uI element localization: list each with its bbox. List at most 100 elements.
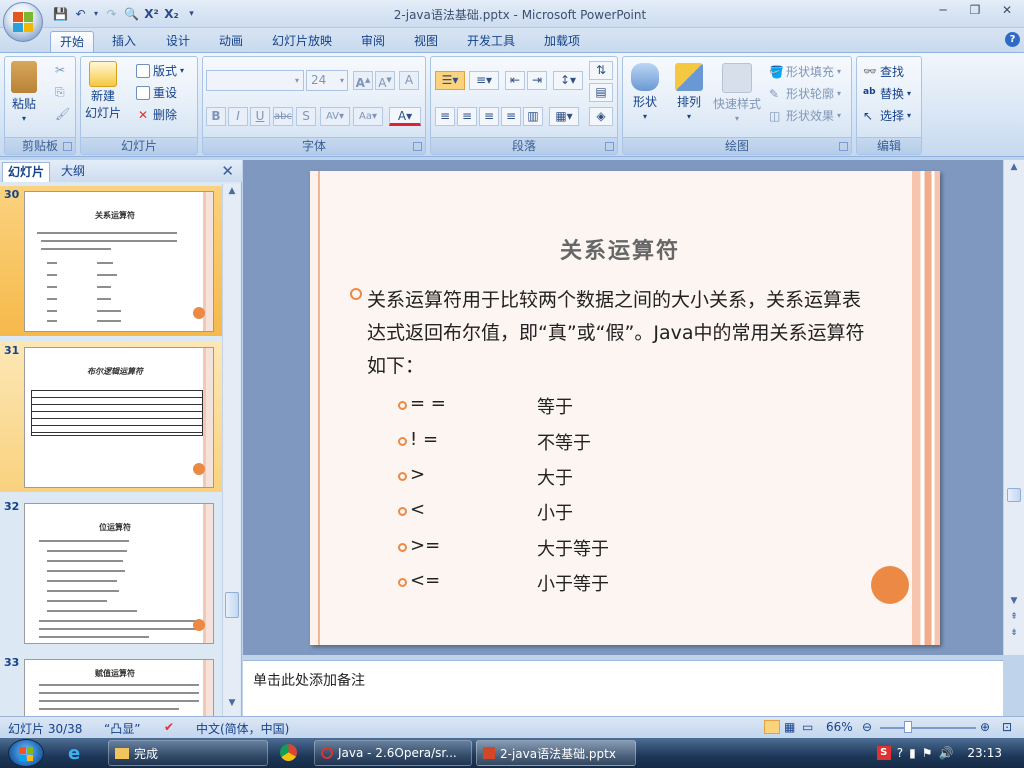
new-slide-button[interactable]: 新建 幻灯片 [85, 61, 121, 121]
start-button[interactable] [8, 739, 44, 767]
slide-sorter-icon[interactable]: ▦ [784, 720, 795, 734]
tab-addins[interactable]: 加载项 [537, 31, 587, 52]
thumbnail-slide-32[interactable]: 32 位运算符 [0, 498, 222, 648]
clipboard-launcher-icon[interactable] [63, 142, 72, 151]
sogou-icon[interactable]: S [876, 746, 891, 760]
drawing-launcher-icon[interactable] [839, 142, 848, 151]
tab-animations[interactable]: 动画 [211, 31, 251, 52]
next-slide-icon[interactable]: ⇟ [1007, 628, 1021, 642]
bullets-button[interactable]: ☰▾ [435, 71, 465, 90]
shape-outline-button[interactable]: ✎ 形状轮廓 ▾ [769, 85, 841, 102]
tab-slides[interactable]: 幻灯片 [2, 162, 51, 182]
quick-styles-button[interactable]: 快速样式 ▾ [713, 63, 761, 123]
font-family-input[interactable]: ▾ [206, 70, 304, 91]
tab-home[interactable]: 开始 [50, 31, 94, 52]
slide-paragraph[interactable]: 关系运算符用于比较两个数据之间的大小关系，关系运算表达式返回布尔值，即“真”或“… [367, 284, 867, 383]
language-indicator[interactable]: 中文(简体，中国) [196, 720, 289, 737]
undo-dropdown-icon[interactable]: ▾ [92, 5, 100, 22]
strikethrough-button[interactable]: abc [273, 107, 293, 126]
replace-button[interactable]: ab 替换 ▾ [863, 85, 911, 102]
normal-view-icon[interactable] [764, 720, 780, 734]
redo-icon[interactable]: ↷ [103, 5, 120, 22]
line-spacing-button[interactable]: ↕▾ [553, 71, 583, 90]
fit-window-icon[interactable]: ⊡ [1002, 720, 1012, 734]
spellcheck-icon[interactable]: ✔ [164, 720, 174, 734]
numbering-button[interactable]: ≡▾ [469, 71, 499, 90]
flag-icon[interactable]: ⚑ [922, 746, 933, 760]
grow-font-button[interactable]: A▲ [353, 71, 373, 90]
tab-review[interactable]: 审阅 [353, 31, 393, 52]
tab-insert[interactable]: 插入 [104, 31, 144, 52]
align-text-button[interactable]: ▤ [589, 83, 613, 102]
shape-effects-button[interactable]: ◫ 形状效果 ▾ [769, 107, 841, 124]
tab-design[interactable]: 设计 [158, 31, 198, 52]
subscript-icon[interactable]: X₂ [163, 5, 180, 22]
change-case-button[interactable]: Aa▾ [353, 107, 383, 126]
thumbnail-slide-33[interactable]: 33 赋值运算符 [0, 654, 222, 716]
notes-placeholder[interactable]: 单击此处添加备注 [253, 670, 365, 690]
slide-scrollbar[interactable]: ▲ ▼ ⇞ ⇟ [1003, 160, 1024, 655]
network-icon[interactable]: ▮ [909, 746, 916, 760]
select-button[interactable]: ↖ 选择 ▾ [863, 107, 911, 124]
scroll-down-icon[interactable]: ▼ [225, 698, 239, 712]
thumbnail-slide-31[interactable]: 31 布尔逻辑运算符 [0, 342, 222, 492]
shape-fill-button[interactable]: 🪣 形状填充 ▾ [769, 63, 841, 80]
paragraph-launcher-icon[interactable] [605, 142, 614, 151]
tab-outline[interactable]: 大纲 [56, 162, 90, 182]
font-size-input[interactable]: 24 ▾ [306, 70, 348, 91]
reset-button[interactable]: 重设 [136, 84, 177, 101]
customize-qat-icon[interactable]: ▾ [183, 5, 200, 22]
shapes-button[interactable]: 形状 ▾ [631, 63, 659, 121]
delete-slide-button[interactable]: ✕ 删除 [136, 106, 177, 123]
current-slide[interactable]: 关系运算符 关系运算符用于比较两个数据之间的大小关系，关系运算表达式返回布尔值，… [310, 171, 940, 645]
thumbnail-scrollbar[interactable]: ▲ ▼ [222, 184, 240, 716]
office-button[interactable] [3, 2, 43, 42]
decrease-indent-button[interactable]: ⇤ [505, 71, 525, 90]
taskbar-opera[interactable]: Java - 2.6Opera/sr... [314, 740, 472, 766]
tab-slideshow[interactable]: 幻灯片放映 [266, 31, 338, 52]
zoom-slider-thumb[interactable] [904, 721, 912, 733]
font-color-button[interactable]: A▾ [389, 107, 421, 126]
align-center-button[interactable]: ≡ [457, 107, 477, 126]
previous-slide-icon[interactable]: ⇞ [1007, 612, 1021, 626]
minimize-button[interactable]: ─ [932, 3, 954, 21]
print-preview-icon[interactable]: 🔍 [123, 5, 140, 22]
format-painter-icon[interactable]: 🖌 [55, 107, 70, 121]
scroll-down-icon[interactable]: ▼ [1007, 596, 1021, 610]
slideshow-view-icon[interactable]: ▭ [802, 720, 813, 734]
save-icon[interactable]: 💾 [52, 5, 69, 22]
zoom-level[interactable]: 66% [826, 720, 853, 734]
layout-button[interactable]: 版式 ▾ [136, 62, 184, 79]
increase-indent-button[interactable]: ⇥ [527, 71, 547, 90]
taskbar-powerpoint[interactable]: 2-java语法基础.pptx [476, 740, 636, 766]
align-left-button[interactable]: ≡ [435, 107, 455, 126]
superscript-icon[interactable]: X² [143, 5, 160, 22]
restore-button[interactable]: ❐ [964, 3, 986, 21]
italic-button[interactable]: I [228, 107, 248, 126]
slide-title[interactable]: 关系运算符 [330, 233, 910, 265]
find-button[interactable]: 👓 查找 [863, 63, 904, 80]
clock[interactable]: 23:13 [967, 746, 1002, 760]
help-icon[interactable]: ? [1005, 32, 1020, 47]
char-spacing-button[interactable]: AV▾ [320, 107, 350, 126]
font-launcher-icon[interactable] [413, 142, 422, 151]
tab-developer[interactable]: 开发工具 [461, 31, 521, 52]
zoom-slider[interactable] [880, 727, 976, 729]
close-button[interactable]: ✕ [996, 3, 1018, 21]
tab-view[interactable]: 视图 [406, 31, 446, 52]
underline-button[interactable]: U [250, 107, 270, 126]
arrange-button[interactable]: 排列 ▾ [675, 63, 703, 121]
copy-icon[interactable]: ⎘ [55, 85, 65, 100]
shadow-button[interactable]: S [296, 107, 316, 126]
close-pane-icon[interactable]: ✕ [221, 162, 234, 180]
scroll-up-icon[interactable]: ▲ [1007, 162, 1021, 176]
help-tray-icon[interactable]: ? [897, 746, 903, 760]
shrink-font-button[interactable]: A▼ [375, 71, 395, 90]
undo-icon[interactable]: ↶ [72, 5, 89, 22]
zoom-in-icon[interactable]: ⊕ [980, 720, 990, 734]
scroll-thumb[interactable] [1007, 488, 1021, 502]
paste-button[interactable]: 粘贴 ▾ [11, 61, 37, 123]
notes-pane[interactable]: 单击此处添加备注 [243, 660, 1003, 716]
thumbnail-slide-30[interactable]: 30 关系运算符 [0, 186, 222, 336]
bold-button[interactable]: B [206, 107, 226, 126]
